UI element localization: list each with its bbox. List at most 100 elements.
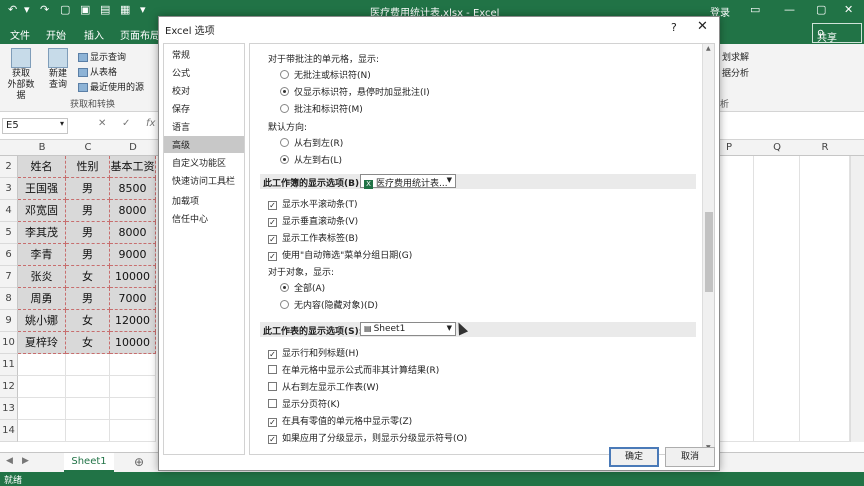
scroll-up-icon[interactable]: ▲ <box>706 45 711 52</box>
table-cell[interactable] <box>66 420 110 442</box>
confirm-entry-icon[interactable]: ✓ <box>122 118 130 129</box>
checkbox-group-dates[interactable]: ✓ 使用"自动筛选"菜单分组日期(G) <box>268 248 412 261</box>
dialog-close-icon[interactable]: ✕ <box>697 19 708 34</box>
table-cell[interactable] <box>110 398 156 420</box>
nav-item-general[interactable]: 常规 <box>164 46 244 63</box>
name-box-dropdown-icon[interactable]: ▾ <box>60 119 64 128</box>
table-cell[interactable] <box>18 376 66 398</box>
recent-sources-button[interactable]: 最近使用的源 <box>78 80 144 93</box>
column-header-c[interactable]: C <box>66 142 110 153</box>
from-table-button[interactable]: 从表格 <box>78 65 117 78</box>
radio-right-to-left[interactable]: 从右到左(R) <box>280 136 343 149</box>
table-cell[interactable]: 李其茂 <box>18 222 66 244</box>
column-header-r[interactable]: R <box>800 142 850 153</box>
table-cell[interactable]: 男 <box>66 244 110 266</box>
table-cell[interactable]: 性别 <box>66 156 110 178</box>
tab-insert[interactable]: 插入 <box>84 27 104 42</box>
radio-objects-all[interactable]: 全部(A) <box>280 281 325 294</box>
get-external-data-button[interactable]: 获取 外部数据 <box>4 46 38 102</box>
table-cell[interactable]: 男 <box>66 222 110 244</box>
row-header[interactable]: 5 <box>0 222 18 244</box>
undo-dropdown-icon[interactable]: ▾ <box>24 3 30 16</box>
column-header-d[interactable]: D <box>110 142 156 153</box>
nav-item-advanced[interactable]: 高级 <box>164 136 244 153</box>
solver-button[interactable]: 划求解 <box>722 50 749 63</box>
tab-file[interactable]: 文件 <box>10 27 30 42</box>
row-header[interactable]: 12 <box>0 376 18 398</box>
worksheet-vertical-scrollbar[interactable] <box>850 156 864 442</box>
column-r-cells[interactable] <box>800 156 850 442</box>
nav-item-proofing[interactable]: 校对 <box>164 82 244 99</box>
customize-qat-icon[interactable]: ▾ <box>140 3 146 16</box>
table-cell[interactable]: 10000 <box>110 266 156 288</box>
print-icon[interactable]: ▣ <box>80 3 90 16</box>
nav-item-customize-ribbon[interactable]: 自定义功能区 <box>164 154 244 171</box>
table-cell[interactable] <box>18 420 66 442</box>
nav-item-language[interactable]: 语言 <box>164 118 244 135</box>
insert-function-icon[interactable]: fx <box>146 118 155 129</box>
table-cell[interactable]: 8000 <box>110 222 156 244</box>
help-icon[interactable]: ? <box>671 21 677 34</box>
checkbox-vertical-scrollbar[interactable]: ✓ 显示垂直滚动条(V) <box>268 214 358 227</box>
row-header[interactable]: 10 <box>0 332 18 354</box>
row-header[interactable]: 11 <box>0 354 18 376</box>
table-cell[interactable]: 12000 <box>110 310 156 332</box>
options-scrollbar[interactable]: ▲ ▼ <box>702 44 714 454</box>
row-header[interactable]: 6 <box>0 244 18 266</box>
close-window-icon[interactable]: ✕ <box>844 3 853 16</box>
radio-no-comments[interactable]: 无批注或标识符(N) <box>280 68 371 81</box>
redo-icon[interactable]: ↷ <box>40 3 49 16</box>
table-cell[interactable]: 周勇 <box>18 288 66 310</box>
save-icon[interactable]: ▦ <box>120 3 130 16</box>
table-cell[interactable]: 基本工资 <box>110 156 156 178</box>
table-cell[interactable]: 姓名 <box>18 156 66 178</box>
undo-icon[interactable]: ↶ <box>8 3 17 16</box>
nav-item-quick-access-toolbar[interactable]: 快速访问工具栏 <box>164 172 244 189</box>
table-cell[interactable] <box>110 420 156 442</box>
nav-item-trust-center[interactable]: 信任中心 <box>164 210 244 227</box>
table-cell[interactable]: 女 <box>66 332 110 354</box>
table-cell[interactable]: 8500 <box>110 178 156 200</box>
nav-item-add-ins[interactable]: 加载项 <box>164 192 244 209</box>
column-header-q[interactable]: Q <box>754 142 800 153</box>
table-cell[interactable]: 女 <box>66 266 110 288</box>
radio-indicators-only[interactable]: 仅显示标识符，悬停时加显批注(I) <box>280 85 430 98</box>
data-analysis-button[interactable]: 据分析 <box>722 66 749 79</box>
cancel-entry-icon[interactable]: ✕ <box>98 118 106 129</box>
table-cell[interactable] <box>110 376 156 398</box>
print-preview-icon[interactable]: ▢ <box>60 3 70 16</box>
table-cell[interactable]: 李青 <box>18 244 66 266</box>
scrollbar-thumb[interactable] <box>705 212 713 292</box>
checkbox-outline-symbols[interactable]: ✓ 如果应用了分级显示，则显示分级显示符号(O) <box>268 431 467 444</box>
tab-home[interactable]: 开始 <box>46 27 66 42</box>
row-header[interactable]: 7 <box>0 266 18 288</box>
checkbox-page-breaks[interactable]: 显示分页符(K) <box>268 397 340 410</box>
table-cell[interactable]: 男 <box>66 178 110 200</box>
checkbox-row-col-headers[interactable]: ✓ 显示行和列标题(H) <box>268 346 359 359</box>
new-query-button[interactable]: 新建 查询 <box>42 46 74 91</box>
row-header[interactable]: 13 <box>0 398 18 420</box>
checkbox-horizontal-scrollbar[interactable]: ✓ 显示水平滚动条(T) <box>268 197 358 210</box>
checkbox-sheet-right-to-left[interactable]: 从右到左显示工作表(W) <box>268 380 379 393</box>
table-cell[interactable]: 男 <box>66 200 110 222</box>
minimize-icon[interactable]: — <box>784 3 795 16</box>
table-cell[interactable] <box>18 354 66 376</box>
table-cell[interactable]: 女 <box>66 310 110 332</box>
show-query-button[interactable]: 显示查询 <box>78 50 126 63</box>
ok-button[interactable]: 确定 <box>609 447 659 467</box>
sheet-select[interactable]: ▤ Sheet1 ▼ <box>360 322 456 336</box>
open-icon[interactable]: ▤ <box>100 3 110 16</box>
table-cell[interactable]: 夏梓玲 <box>18 332 66 354</box>
table-cell[interactable]: 9000 <box>110 244 156 266</box>
add-sheet-icon[interactable]: ⊕ <box>134 455 144 469</box>
share-button[interactable]: ⚲ 共享 <box>812 23 862 44</box>
row-header[interactable]: 14 <box>0 420 18 442</box>
prev-sheet-icon[interactable]: ◀ <box>6 456 13 466</box>
maximize-icon[interactable]: ▢ <box>816 3 826 16</box>
table-cell[interactable] <box>66 354 110 376</box>
table-cell[interactable] <box>110 354 156 376</box>
table-cell[interactable]: 7000 <box>110 288 156 310</box>
table-cell[interactable] <box>66 376 110 398</box>
checkbox-sheet-tabs[interactable]: ✓ 显示工作表标签(B) <box>268 231 358 244</box>
row-header[interactable]: 2 <box>0 156 18 178</box>
